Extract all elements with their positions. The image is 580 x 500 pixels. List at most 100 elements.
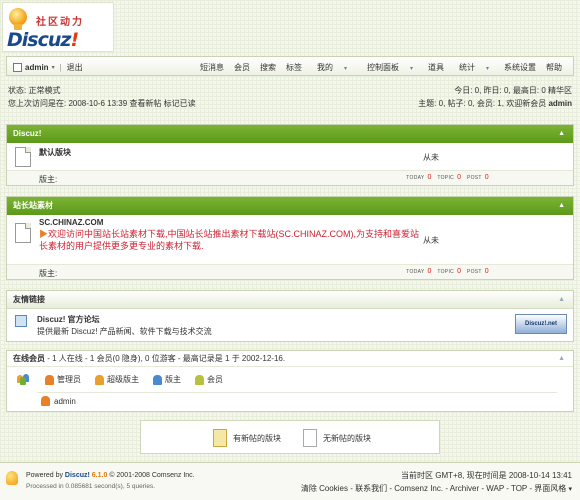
footer-credits: Powered by Discuz! 6.1.0 © 2001-2008 Com… xyxy=(26,472,195,490)
nav-members[interactable]: 会员 xyxy=(229,62,255,73)
nav-items[interactable]: 道具 xyxy=(423,62,449,73)
online-username[interactable]: admin xyxy=(54,397,76,406)
last-post: 从未 xyxy=(423,236,439,245)
chevron-down-icon: ▾ xyxy=(343,66,347,72)
legend-super-moderator: 超级版主 xyxy=(95,374,139,385)
legend-member: 会员 xyxy=(195,374,223,385)
copyright: © 2001-2008 Comsenz Inc. xyxy=(109,472,195,479)
user-icon xyxy=(13,63,22,72)
moderator-icon xyxy=(153,374,162,385)
link-site-name[interactable]: Discuz! 官方论坛 xyxy=(37,314,100,325)
admin-icon xyxy=(45,374,54,385)
online-group-icon xyxy=(17,374,31,385)
logout-link[interactable]: 退出 xyxy=(67,62,83,73)
status-mode: 状态: 正常模式 xyxy=(8,86,61,95)
chevron-down-icon[interactable]: ▾ xyxy=(52,64,55,71)
user-status: 状态: 正常模式 您上次访问是在: 2008-10-6 13:39 查看新帖 标… xyxy=(8,84,196,110)
page-footer: Powered by Discuz! 6.1.0 © 2001-2008 Com… xyxy=(0,462,580,500)
category-title[interactable]: 站长站素材 xyxy=(13,201,53,210)
nav-control-panel[interactable]: 控制面板 ▾ xyxy=(357,62,423,73)
links-header: 友情链接 ▲ xyxy=(7,291,573,309)
forum-name-link[interactable]: SC.CHINAZ.COM xyxy=(39,218,103,227)
nav-my[interactable]: 我的 ▾ xyxy=(307,62,357,73)
legend-no-new: 无新帖的版块 xyxy=(303,429,371,447)
super-moderator-icon xyxy=(95,374,104,385)
nav-system-settings[interactable]: 系统设置 xyxy=(499,62,541,73)
category-header: Discuz! ▲ xyxy=(7,125,573,143)
forum-new-icon xyxy=(213,429,227,447)
forum-counts: TODAY 0 TOPIC 0 POST 0 xyxy=(406,268,489,275)
topic-count: 0 xyxy=(457,174,462,181)
collapse-icon[interactable]: ▲ xyxy=(558,351,565,367)
post-count: 0 xyxy=(484,174,489,181)
main-nav: 短消息 会员 搜索 标签 我的 ▾ 控制面板 ▾ 道具 统计 ▾ 系统设置 帮助 xyxy=(195,62,567,73)
chevron-down-icon: ▾ xyxy=(568,486,572,493)
category-header: 站长站素材 ▲ xyxy=(7,197,573,215)
chevron-down-icon: ▾ xyxy=(485,66,489,72)
online-summary: - 1 人在线 - 1 会员(0 隐身), 0 位游客 - 最高记录是 1 于 … xyxy=(47,354,286,363)
collapse-icon[interactable]: ▲ xyxy=(558,291,565,309)
admin-icon xyxy=(41,396,50,406)
friend-links-box: 友情链接 ▲ Discuz! 官方论坛 提供最新 Discuz! 产品新闻、软件… xyxy=(6,290,574,342)
online-user-admin[interactable]: admin xyxy=(37,392,557,406)
current-time: 当前时区 GMT+8, 现在时间是 2008-10-14 13:41 xyxy=(401,471,572,480)
new-posts-legend: 有新帖的版块 无新帖的版块 xyxy=(140,420,440,454)
forum-category-discuz: Discuz! ▲ 默认版块 从未 版主: TODAY 0 TOPIC 0 POST… xyxy=(6,124,574,186)
links-title: 友情链接 xyxy=(13,295,45,304)
processed-info: Processed in 0.085681 second(s), 5 queri… xyxy=(26,483,155,490)
chevron-down-icon: ▾ xyxy=(409,66,413,72)
forum-counts: TODAY 0 TOPIC 0 POST 0 xyxy=(406,174,489,181)
username-link[interactable]: admin xyxy=(25,63,49,72)
forum-row: 默认版块 从未 xyxy=(7,143,573,171)
moderator-label: 版主: xyxy=(39,269,58,278)
member-group-legend: 管理员 超级版主 版主 会员 xyxy=(17,374,223,385)
collapse-icon[interactable]: ▲ xyxy=(558,125,565,143)
site-logo[interactable]: 社区动力 Discuz! xyxy=(2,2,114,52)
arrow-right-icon: ▶ xyxy=(39,229,49,239)
moderator-label: 版主: xyxy=(39,175,58,184)
discuz-net-badge[interactable]: Discuz!.net xyxy=(515,314,567,334)
discuz-link[interactable]: Discuz! xyxy=(65,472,90,479)
today-count: 0 xyxy=(427,268,432,275)
online-members-box: 在线会员 - 1 人在线 - 1 会员(0 隐身), 0 位游客 - 最高记录是… xyxy=(6,350,574,412)
legend-has-new: 有新帖的版块 xyxy=(213,429,281,447)
nav-stats[interactable]: 统计 ▾ xyxy=(449,62,499,73)
forum-category-chinaz: 站长站素材 ▲ SC.CHINAZ.COM ▶欢迎访问中国站长站素材下载,中国站… xyxy=(6,196,574,280)
divider: | xyxy=(59,63,62,72)
forum-moderator-row: 版主: TODAY 0 TOPIC 0 POST 0 xyxy=(7,171,573,185)
forum-icon xyxy=(303,429,317,447)
topic-count: 0 xyxy=(457,268,462,275)
newest-member-link[interactable]: admin xyxy=(548,99,572,108)
legend-moderator: 版主 xyxy=(153,374,181,385)
forum-moderator-row: 版主: TODAY 0 TOPIC 0 POST 0 xyxy=(7,265,573,279)
footer-link-row[interactable]: 清除 Cookies - 联系我们 - Comsenz Inc. - Archi… xyxy=(301,482,572,496)
legend-admin: 管理员 xyxy=(45,374,81,385)
user-menu: admin ▾ | 退出 xyxy=(13,62,83,73)
stats-daily[interactable]: 今日: 0, 昨日: 0, 最高日: 0 精华区 xyxy=(418,84,572,97)
stats-totals: 主题: 0, 帖子: 0, 会员: 1, 欢迎新会员 admin xyxy=(418,99,572,108)
logo-wordmark: Discuz! xyxy=(7,29,79,51)
post-count: 0 xyxy=(484,268,489,275)
forum-row: SC.CHINAZ.COM ▶欢迎访问中国站长站素材下载,中国站长站推出素材下载… xyxy=(7,215,573,265)
category-title[interactable]: Discuz! xyxy=(13,129,41,138)
forum-name-link[interactable]: 默认版块 xyxy=(39,147,71,158)
online-title[interactable]: 在线会员 xyxy=(13,354,45,363)
logo-slogan: 社区动力 xyxy=(36,17,84,28)
forum-stats: 今日: 0, 昨日: 0, 最高日: 0 精华区 主题: 0, 帖子: 0, 会… xyxy=(418,84,572,110)
forum-status-icon xyxy=(15,223,31,243)
link-site-desc: 提供最新 Discuz! 产品新闻、软件下载与技术交流 xyxy=(37,327,212,336)
lightbulb-icon xyxy=(6,471,18,485)
nav-search[interactable]: 搜索 xyxy=(255,62,281,73)
nav-help[interactable]: 帮助 xyxy=(541,62,567,73)
collapse-icon[interactable]: ▲ xyxy=(558,197,565,215)
today-count: 0 xyxy=(427,174,432,181)
footer-links: 当前时区 GMT+8, 现在时间是 2008-10-14 13:41 清除 Co… xyxy=(301,469,572,496)
forum-status-icon xyxy=(15,147,31,167)
top-navigation-bar: admin ▾ | 退出 短消息 会员 搜索 标签 我的 ▾ 控制面板 ▾ 道具 统… xyxy=(6,56,574,76)
forum-description: ▶欢迎访问中国站长站素材下载,中国站长站推出素材下载站(SC.CHINAZ.CO… xyxy=(39,229,420,251)
nav-tags[interactable]: 标签 xyxy=(281,62,307,73)
divider xyxy=(37,392,557,393)
last-visit[interactable]: 您上次访问是在: 2008-10-6 13:39 查看新帖 标记已读 xyxy=(8,97,196,110)
link-row: Discuz! 官方论坛 提供最新 Discuz! 产品新闻、软件下载与技术交流… xyxy=(7,309,573,341)
nav-messages[interactable]: 短消息 xyxy=(195,62,229,73)
